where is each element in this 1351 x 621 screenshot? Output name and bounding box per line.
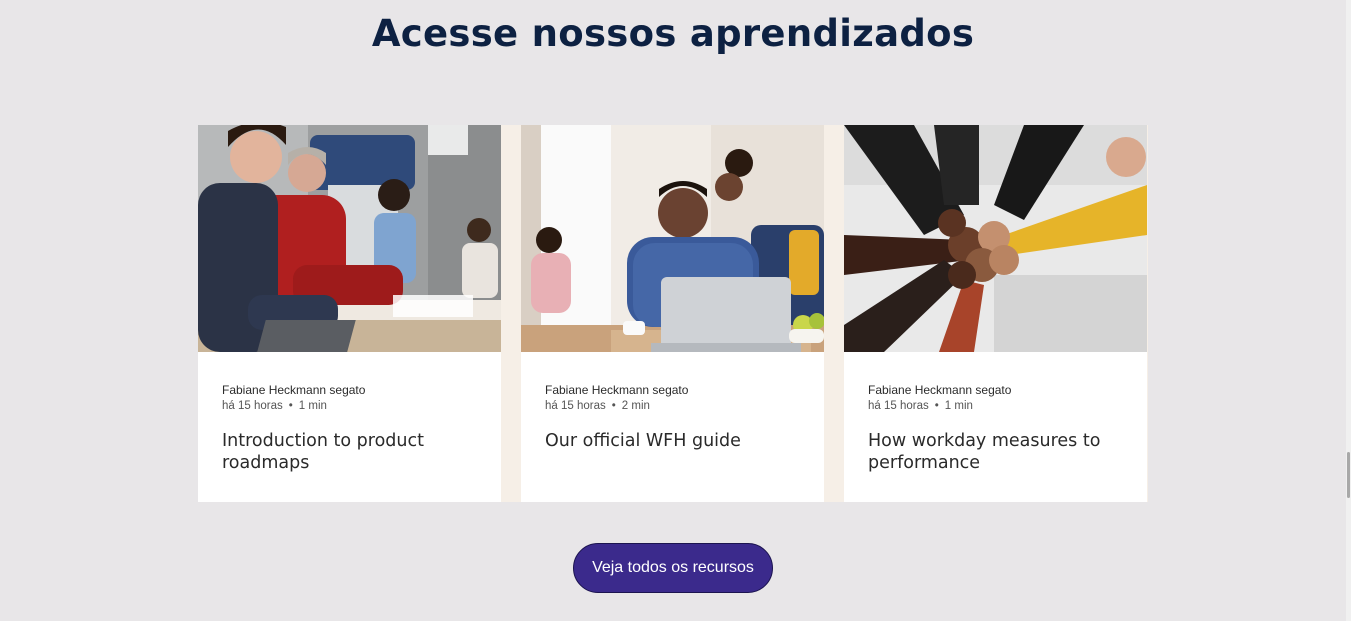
post-cover-image[interactable]	[844, 125, 1147, 352]
post-author[interactable]: Fabiane Heckmann segato	[222, 382, 481, 398]
page-scrollbar[interactable]	[1346, 0, 1351, 621]
post-date: há 15 horas	[222, 400, 283, 412]
post-author[interactable]: Fabiane Heckmann segato	[545, 382, 804, 398]
scrollbar-thumb[interactable]	[1347, 452, 1350, 498]
post-read-time: 1 min	[298, 400, 327, 412]
post-read-time: 2 min	[621, 400, 650, 412]
post-title[interactable]: Introduction to product roadmaps	[222, 430, 481, 474]
post-meta: há 15 horas • 1 min	[868, 398, 1127, 414]
post-card-body: Fabiane Heckmann segato há 15 horas • 1 mi…	[222, 382, 481, 474]
post-meta: há 15 horas • 1 min	[222, 398, 481, 414]
post-cover-image[interactable]	[198, 125, 501, 352]
section-heading: Acesse nossos aprendizados	[371, 12, 975, 55]
post-meta: há 15 horas • 2 min	[545, 398, 804, 414]
separator-dot-icon: •	[934, 400, 939, 412]
team-meeting-photo	[198, 125, 501, 352]
post-author[interactable]: Fabiane Heckmann segato	[868, 382, 1127, 398]
view-all-resources-button[interactable]: Veja todos os recursos	[573, 543, 773, 593]
post-card[interactable]: Fabiane Heckmann segato há 15 horas • 1 mi…	[198, 125, 501, 502]
post-read-time: 1 min	[944, 400, 973, 412]
post-card[interactable]: Fabiane Heckmann segato há 15 horas • 1 mi…	[844, 125, 1147, 502]
post-cover-image[interactable]	[521, 125, 824, 352]
post-card-body: Fabiane Heckmann segato há 15 horas • 1 mi…	[868, 382, 1127, 474]
learning-section: Acesse nossos aprendizados Fabiane Heckm…	[0, 0, 1351, 621]
post-title[interactable]: How workday measures to performance	[868, 430, 1127, 474]
post-date: há 15 horas	[868, 400, 929, 412]
separator-dot-icon: •	[611, 400, 616, 412]
post-date: há 15 horas	[545, 400, 606, 412]
post-card-body: Fabiane Heckmann segato há 15 horas • 2 mi…	[545, 382, 804, 452]
work-from-home-photo	[521, 125, 824, 352]
team-fist-bump-photo	[844, 125, 1147, 352]
post-card-list: Fabiane Heckmann segato há 15 horas • 1 mi…	[198, 125, 1148, 502]
separator-dot-icon: •	[288, 400, 293, 412]
post-title[interactable]: Our official WFH guide	[545, 430, 804, 452]
post-card[interactable]: Fabiane Heckmann segato há 15 horas • 2 mi…	[521, 125, 824, 502]
